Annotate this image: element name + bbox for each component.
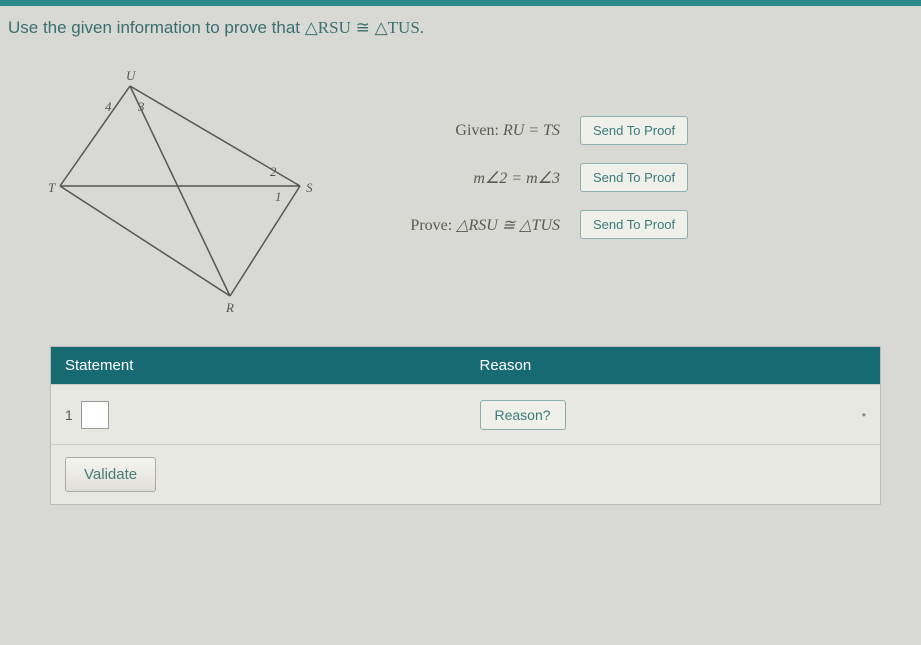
prompt-tri1: △RSU [305, 18, 351, 37]
proof-table: Statement Reason 1 Reason? • Validate [50, 346, 881, 505]
vertex-U: U [126, 68, 137, 83]
prompt-congruent: ≅ [351, 18, 375, 37]
given-prove-area: Given: RU = TS Send To Proof m∠2 = m∠3 S… [350, 66, 911, 316]
given-expr-1: RU = TS [503, 122, 560, 139]
angle-4: 4 [105, 99, 112, 114]
given-label-2: m∠2 = m∠3 [350, 168, 560, 188]
row-number-1: 1 [65, 407, 73, 423]
problem-prompt: Use the given information to prove that … [0, 6, 921, 46]
given-expr-2: m∠2 = m∠3 [473, 170, 560, 187]
prove-expr: △RSU ≅ △TUS [456, 217, 560, 234]
statement-cell-1: 1 [51, 389, 466, 441]
given-row-1: Given: RU = TS Send To Proof [350, 116, 911, 145]
send-to-proof-button-1[interactable]: Send To Proof [580, 116, 688, 145]
send-to-proof-button-3[interactable]: Send To Proof [580, 210, 688, 239]
row-menu-icon[interactable]: • [862, 408, 866, 422]
reason-cell-1: Reason? • [466, 388, 881, 442]
proof-header: Statement Reason [51, 347, 880, 384]
validate-button[interactable]: Validate [65, 457, 156, 492]
prove-row: Prove: △RSU ≅ △TUS Send To Proof [350, 210, 911, 239]
send-to-proof-button-2[interactable]: Send To Proof [580, 163, 688, 192]
angle-1: 1 [275, 189, 282, 204]
given-lead: Given: [455, 122, 503, 139]
prompt-lead: Use the given information to prove that [8, 18, 305, 37]
header-statement: Statement [51, 347, 466, 384]
validate-row: Validate [51, 444, 880, 504]
vertex-T: T [48, 180, 56, 195]
header-reason: Reason [466, 347, 881, 384]
angle-2: 2 [270, 164, 277, 179]
statement-input-1[interactable] [81, 401, 109, 429]
prompt-tri2: △TUS. [375, 18, 424, 37]
vertex-R: R [225, 300, 234, 315]
reason-button-1[interactable]: Reason? [480, 400, 566, 430]
triangle-diagram: U T S R 4 3 2 1 [10, 66, 320, 316]
vertex-S: S [306, 180, 313, 195]
prove-lead: Prove: [410, 217, 456, 234]
main-area: U T S R 4 3 2 1 Given: RU = TS Send To P… [0, 46, 921, 326]
angle-3: 3 [137, 99, 145, 114]
prove-label: Prove: △RSU ≅ △TUS [350, 215, 560, 235]
given-row-2: m∠2 = m∠3 Send To Proof [350, 163, 911, 192]
given-label-1: Given: RU = TS [350, 122, 560, 140]
proof-row-1: 1 Reason? • [51, 384, 880, 444]
